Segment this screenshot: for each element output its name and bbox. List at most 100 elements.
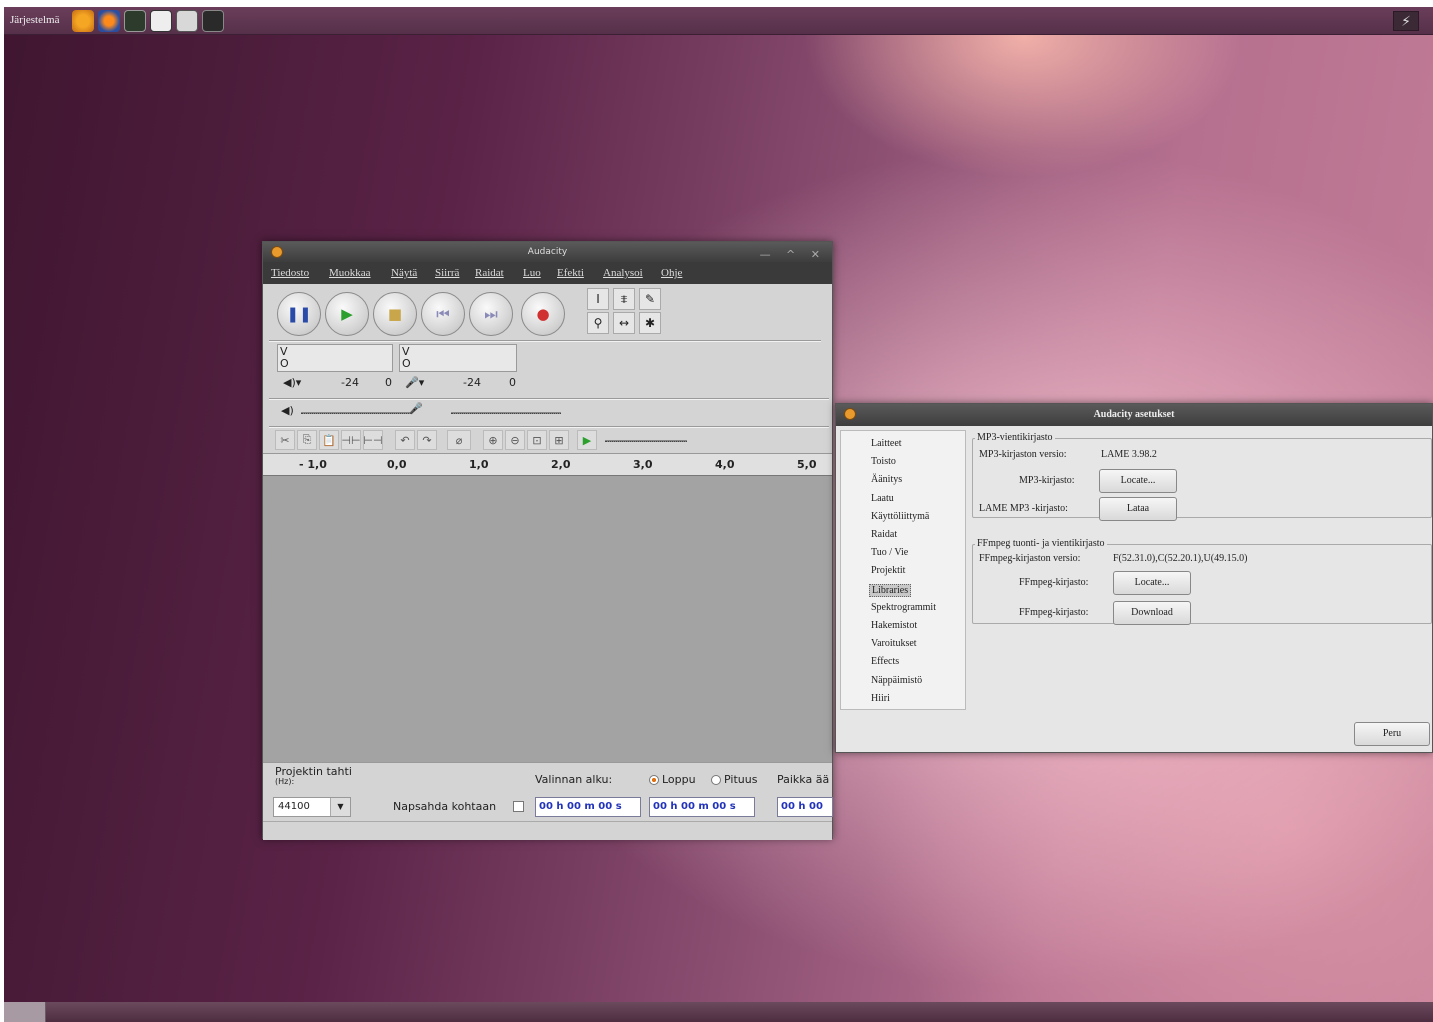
category-item[interactable]: Effects [869,656,901,667]
stop-button[interactable]: ■ [373,292,417,336]
audacity-titlebar[interactable]: Audacity — ^ ✕ [263,242,832,262]
fit-project-icon[interactable]: ⊞ [549,430,569,450]
category-item[interactable]: Hiiri [869,693,892,704]
menu-muokkaa[interactable]: Muokkaa [329,267,371,279]
screen-launcher-icon[interactable] [202,10,224,32]
snap-checkbox[interactable] [513,801,524,812]
category-item[interactable]: Raidat [869,529,899,540]
menu-luo[interactable]: Luo [523,267,541,279]
audacity-window: Audacity — ^ ✕ Tiedosto Muokkaa Näytä Si… [262,241,833,841]
status-bar [263,821,832,841]
audacity-launcher-icon[interactable] [72,10,94,32]
record-button[interactable]: ● [521,292,565,336]
category-item[interactable]: Äänitys [869,474,904,485]
redo-icon[interactable]: ↷ [417,430,437,450]
network-icon[interactable]: ⚡ [1393,11,1419,31]
mp3-group: MP3-vientikirjasto MP3-kirjaston versio:… [972,432,1432,521]
desktop: Järjestelmä ⚡ Audacity — ^ ✕ Tiedosto Mu… [4,7,1433,1022]
skip-end-button[interactable]: ⏭ [469,292,513,336]
zoom-tool-icon[interactable]: ⚲ [587,312,609,334]
toolbar-divider [269,398,829,400]
timeshift-tool-icon[interactable]: ↔ [613,312,635,334]
cut-icon[interactable]: ✂ [275,430,295,450]
selection-start-time[interactable]: 00 h 00 m 00 s [535,797,641,817]
menu-siirra[interactable]: Siirrä [435,267,459,279]
playback-meter[interactable]: V O [277,344,393,372]
selection-tool-icon[interactable]: I [587,288,609,310]
preferences-titlebar[interactable]: Audacity asetukset [836,404,1432,426]
mp3-lib-label: MP3-kirjasto: [1019,475,1075,486]
ffmpeg-download-button[interactable]: Download [1113,601,1191,625]
menu-raidat[interactable]: Raidat [475,267,504,279]
project-rate-value: 44100 [278,801,310,812]
network-settings-launcher-icon[interactable] [176,10,198,32]
meter-tick: -24 [463,376,481,389]
play-button[interactable]: ▶ [325,292,369,336]
trim-icon[interactable]: ⊣⊢ [341,430,361,450]
track-area[interactable] [263,476,832,762]
category-item[interactable]: Laitteet [869,438,904,449]
skip-start-button[interactable]: ⏮ [421,292,465,336]
ffmpeg-lib-label: FFmpeg-kirjasto: [1019,607,1089,618]
system-menu[interactable]: Järjestelmä [10,14,59,26]
pause-button[interactable]: ❚❚ [277,292,321,336]
audio-position-time[interactable]: 00 h 00 [777,797,833,817]
output-volume-slider[interactable] [301,412,411,414]
timeline-ruler[interactable]: - 1,0 0,0 1,0 2,0 3,0 4,0 5,0 [263,454,832,476]
inkscape-launcher-icon[interactable] [150,10,172,32]
input-volume-slider[interactable] [451,412,561,414]
category-item[interactable]: Hakemistot [869,620,919,631]
category-item[interactable]: Libraries [869,583,912,597]
fit-selection-icon[interactable]: ⊡ [527,430,547,450]
undo-icon[interactable]: ↶ [395,430,415,450]
microphone-meter-icon[interactable]: 🎤▾ [405,376,424,389]
copy-icon[interactable]: ⎘ [297,430,317,450]
ffmpeg-group-title: FFmpeg tuonti- ja vientikirjasto [975,538,1107,549]
snap-label: Napsahda kohtaan [393,800,497,813]
multi-tool-icon[interactable]: ✱ [639,312,661,334]
project-rate-combo[interactable]: 44100 ▼ [273,797,351,817]
sync-lock-icon[interactable]: ⌀ [447,430,471,450]
selection-end-time[interactable]: 00 h 00 m 00 s [649,797,755,817]
lame-download-button[interactable]: Lataa [1099,497,1177,521]
speaker-meter-icon[interactable]: ◀)▾ [283,376,301,389]
mp3-locate-button[interactable]: Locate... [1099,469,1177,493]
menu-nayta[interactable]: Näytä [391,267,417,279]
selection-start-label: Valinnan alku: [535,773,613,786]
length-radio[interactable]: Pituus [711,773,757,786]
lame-lib-label: LAME MP3 -kirjasto: [979,503,1068,514]
category-item[interactable]: Tuo / Vie [869,547,910,558]
ruler-tick: 4,0 [715,458,735,471]
paste-icon[interactable]: 📋 [319,430,339,450]
zoom-out-icon[interactable]: ⊖ [505,430,525,450]
chevron-down-icon[interactable]: ▼ [330,798,350,816]
toolbar-divider [269,340,821,342]
mp3-version-label: MP3-kirjaston versio: [979,449,1067,460]
menu-ohje[interactable]: Ohje [661,267,682,279]
menu-tiedosto[interactable]: Tiedosto [271,267,309,279]
mic-volume-icon: 🎤 [409,402,423,415]
ffmpeg-locate-button[interactable]: Locate... [1113,571,1191,595]
show-desktop-button[interactable] [4,1002,46,1022]
category-item[interactable]: Näppäimistö [869,675,924,686]
category-item[interactable]: Spektrogrammit [869,602,938,613]
category-item[interactable]: Toisto [869,456,898,467]
category-item[interactable]: Käyttöliittymä [869,511,931,522]
menu-efekti[interactable]: Efekti [557,267,584,279]
silence-icon[interactable]: ⊢⊣ [363,430,383,450]
terminal-launcher-icon[interactable] [124,10,146,32]
category-item[interactable]: Varoitukset [869,638,919,649]
record-meter[interactable]: V O [399,344,517,372]
zoom-in-icon[interactable]: ⊕ [483,430,503,450]
firefox-launcher-icon[interactable] [98,10,120,32]
play-at-speed-icon[interactable]: ▶ [577,430,597,450]
menu-analysoi[interactable]: Analysoi [603,267,643,279]
play-speed-slider[interactable] [605,440,687,442]
cancel-button[interactable]: Peru [1354,722,1430,746]
radio-off-icon [711,775,721,785]
draw-tool-icon[interactable]: ✎ [639,288,661,310]
category-item[interactable]: Laatu [869,493,896,504]
category-item[interactable]: Projektit [869,565,907,576]
end-radio[interactable]: Loppu [649,773,696,786]
envelope-tool-icon[interactable]: ⩨ [613,288,635,310]
